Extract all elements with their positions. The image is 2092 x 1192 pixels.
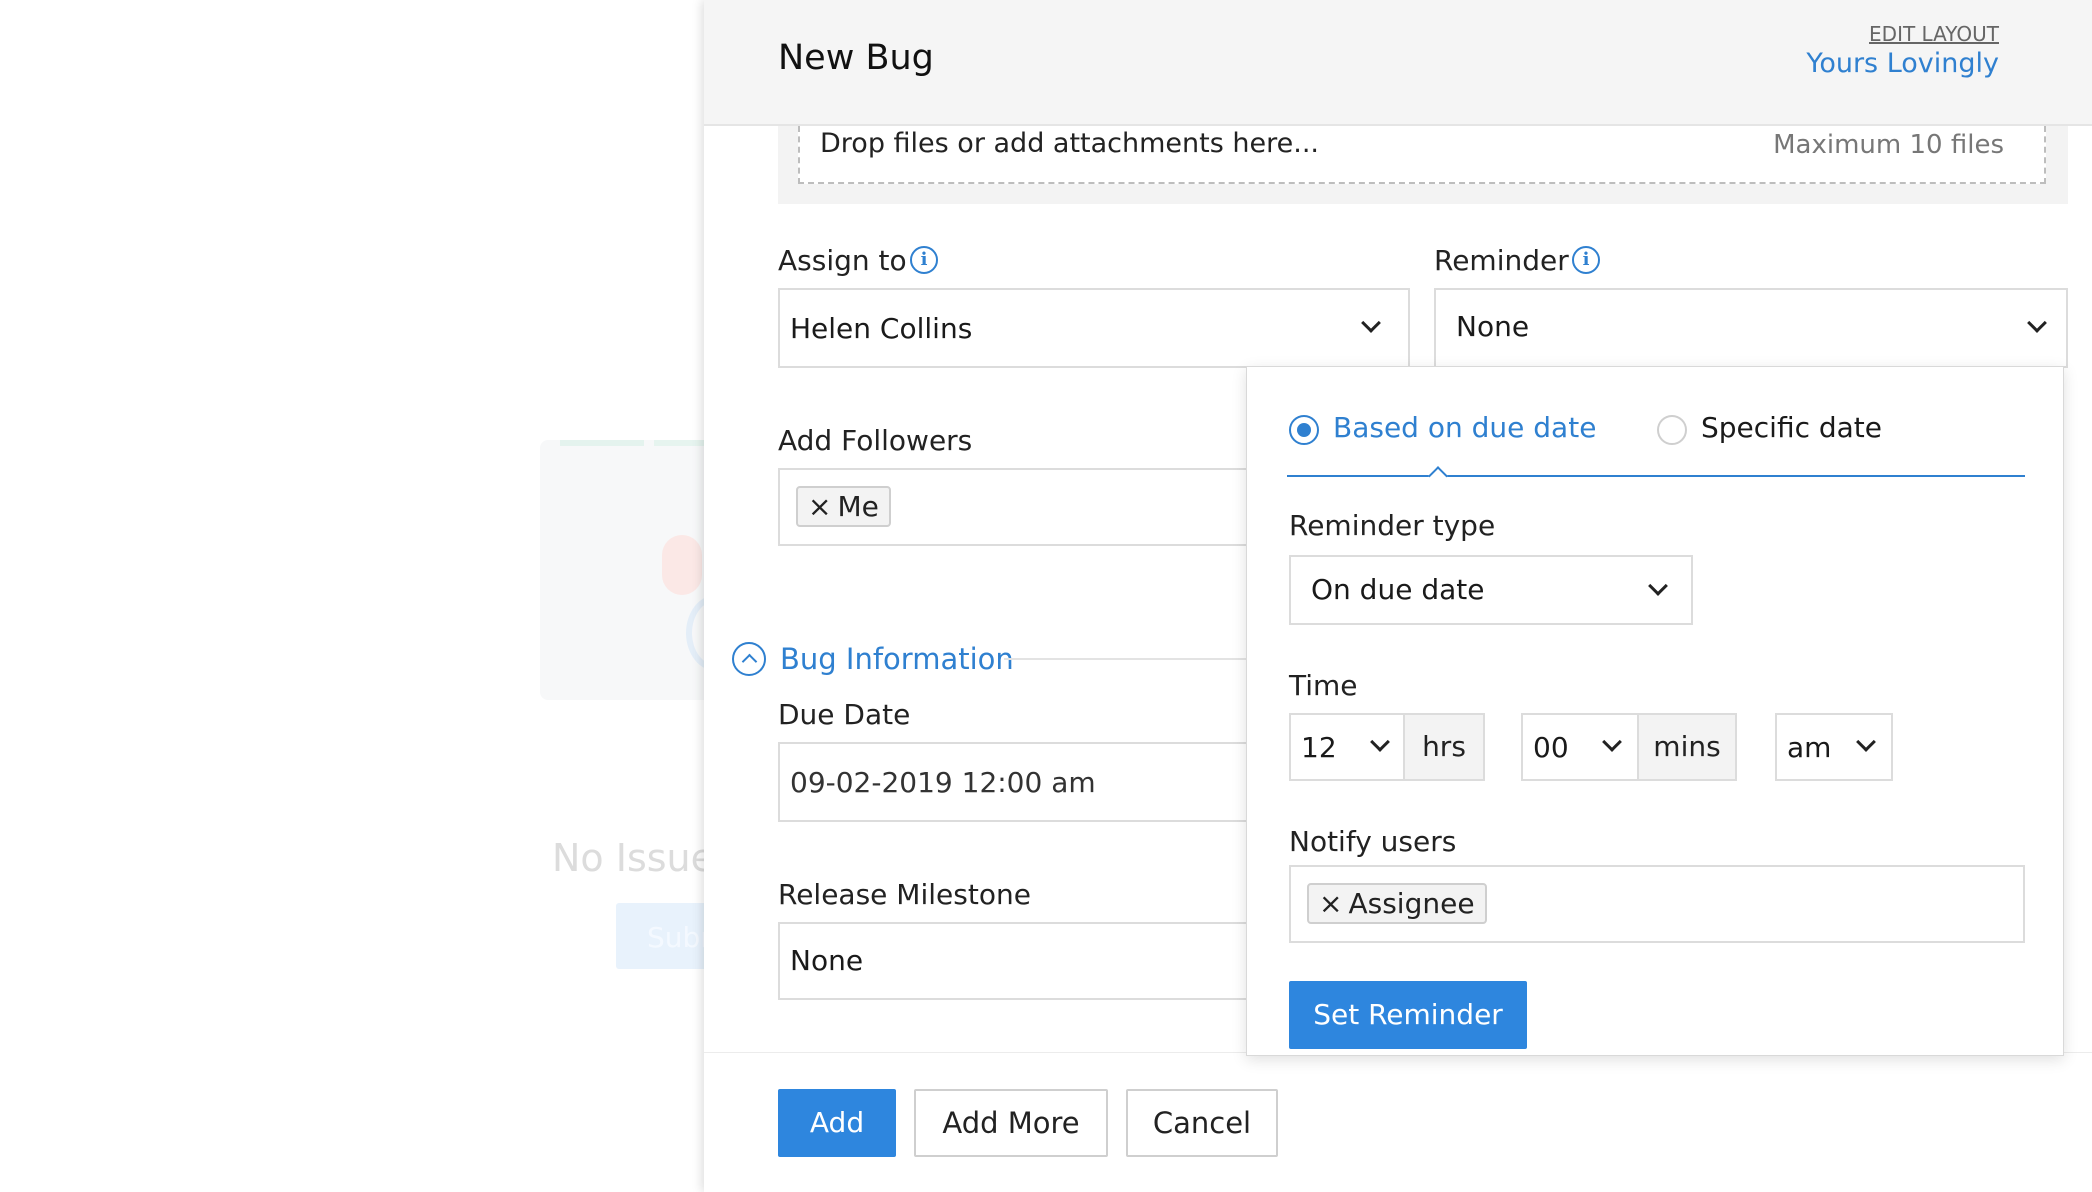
cancel-button[interactable]: Cancel: [1126, 1089, 1278, 1157]
minutes-unit: mins: [1639, 713, 1737, 781]
illustration-bar: [560, 440, 644, 446]
panel-header: New Bug EDIT LAYOUT Yours Lovingly: [704, 0, 2092, 126]
due-date-value: 09-02-2019 12:00 am: [790, 766, 1096, 799]
option-label[interactable]: Based on due date: [1333, 411, 1596, 444]
add-more-button[interactable]: Add More: [914, 1089, 1108, 1157]
time-label: Time: [1289, 669, 1358, 702]
reminder-label: Reminder: [1434, 244, 1569, 277]
chevron-down-icon: [1602, 732, 1622, 752]
minutes-value: 00: [1533, 731, 1569, 764]
add-followers-label: Add Followers: [778, 424, 973, 457]
reminder-value: None: [1456, 310, 1530, 343]
close-icon[interactable]: ×: [808, 490, 831, 523]
section-title[interactable]: Bug Information: [780, 642, 1014, 676]
tab-notch: [1428, 466, 1448, 486]
empty-state-text: No Issue: [552, 836, 715, 880]
bug-illustration-icon: [662, 535, 702, 595]
reminder-type-value: On due date: [1311, 573, 1485, 606]
release-milestone-label: Release Milestone: [778, 878, 1031, 911]
due-date-label: Due Date: [778, 698, 911, 731]
option-label[interactable]: Specific date: [1701, 411, 1882, 444]
layout-selector[interactable]: Yours Lovingly: [1806, 48, 1999, 79]
info-icon[interactable]: i: [910, 246, 938, 274]
hours-value: 12: [1301, 731, 1337, 764]
set-reminder-button[interactable]: Set Reminder: [1289, 981, 1527, 1049]
follower-tag: × Me: [796, 486, 891, 527]
add-button[interactable]: Add: [778, 1089, 896, 1157]
notify-users-input[interactable]: × Assignee: [1289, 865, 2025, 943]
meridiem-value: am: [1787, 731, 1832, 764]
panel-footer: Add Add More Cancel: [704, 1052, 2092, 1192]
follower-tag-label: Me: [837, 490, 879, 523]
minutes-select[interactable]: 00: [1521, 713, 1639, 781]
page-title: New Bug: [778, 38, 934, 78]
reminder-type-select[interactable]: On due date: [1289, 555, 1693, 625]
reminder-select[interactable]: None: [1434, 288, 2068, 368]
reminder-type-label: Reminder type: [1289, 509, 1496, 542]
attachment-limit: Maximum 10 files: [1773, 130, 2004, 160]
chevron-down-icon: [2027, 313, 2047, 333]
meridiem-select[interactable]: am: [1775, 713, 1893, 781]
notify-tag: × Assignee: [1307, 883, 1487, 924]
attachment-placeholder: Drop files or add attachments here...: [820, 128, 1319, 159]
chevron-down-icon: [1361, 313, 1381, 333]
assign-to-select[interactable]: Helen Collins: [778, 288, 1410, 368]
assign-to-value: Helen Collins: [790, 312, 973, 345]
chevron-down-icon: [1856, 732, 1876, 752]
info-icon[interactable]: i: [1572, 246, 1600, 274]
tab-indicator: [1287, 475, 2025, 477]
radio-based-on-due-date[interactable]: [1289, 415, 1319, 445]
reminder-popover: Based on due date Specific date Reminder…: [1246, 366, 2064, 1056]
notify-users-label: Notify users: [1289, 825, 1457, 858]
release-milestone-value: None: [790, 944, 864, 977]
section-divider: [1004, 658, 1264, 660]
radio-specific-date[interactable]: [1657, 415, 1687, 445]
edit-layout-link[interactable]: EDIT LAYOUT: [1869, 22, 1999, 46]
chevron-down-icon: [1648, 576, 1668, 596]
close-icon[interactable]: ×: [1319, 887, 1342, 920]
hours-select[interactable]: 12: [1289, 713, 1405, 781]
chevron-up-circle-icon[interactable]: [732, 642, 766, 676]
chevron-down-icon: [1370, 732, 1390, 752]
hours-unit: hrs: [1405, 713, 1485, 781]
assign-to-label: Assign to: [778, 244, 907, 277]
notify-tag-label: Assignee: [1348, 887, 1475, 920]
